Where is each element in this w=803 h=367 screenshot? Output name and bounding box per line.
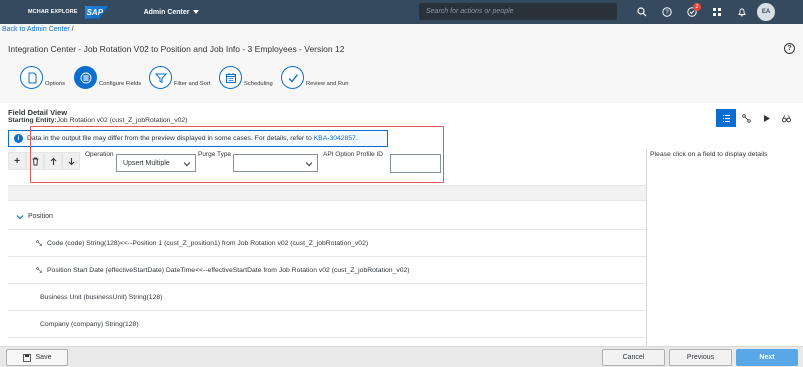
info-message-strip: i Data in the output file may differ fro…: [8, 130, 388, 147]
starting-entity: Starting Entity:Job Rotation v02 (cust_Z…: [8, 117, 187, 124]
grid-header: [8, 185, 646, 201]
mapped-link-icon: [36, 240, 42, 246]
table-row[interactable]: Code (code) String(128)<<--Position 1 (c…: [8, 231, 646, 257]
save-button[interactable]: Save: [6, 349, 68, 366]
field-text: Company (company) String(128): [40, 321, 139, 328]
details-pane: Please click on a field to display detai…: [646, 149, 803, 346]
grid-icon: [74, 66, 97, 89]
logo-text: SAP: [86, 7, 104, 17]
step-configure-fields[interactable]: Configure Fields: [74, 66, 141, 89]
next-button[interactable]: Next: [736, 349, 798, 366]
chevron-down-icon[interactable]: [16, 213, 24, 221]
avatar[interactable]: EA: [757, 3, 775, 21]
grid-menu-icon[interactable]: [709, 4, 725, 20]
step-review-and-run[interactable]: Review and Run: [281, 66, 349, 89]
purge-type-select[interactable]: [233, 154, 318, 172]
operation-value: Upsert Multiple: [123, 159, 170, 167]
shell-bar: MCHAR EXPLORE SAP Admin Center Search fo…: [0, 0, 803, 24]
notification-badge: 2: [693, 3, 701, 11]
field-text: Business Unit (businessUnit) String(128): [40, 294, 163, 301]
table-row[interactable]: Company (company) String(128): [8, 312, 646, 338]
save-icon: [22, 353, 31, 362]
play-icon[interactable]: [756, 109, 776, 127]
starting-entity-label: Starting Entity:: [8, 117, 57, 124]
calendar-icon: [219, 66, 242, 89]
page-help-icon[interactable]: ?: [784, 43, 795, 54]
search-input[interactable]: Search for actions or people: [419, 3, 617, 20]
table-row[interactable]: Position Start Date (effectiveStartDate)…: [8, 258, 646, 284]
operation-select[interactable]: Upsert Multiple: [116, 154, 196, 172]
step-label: Options: [45, 80, 65, 87]
step-scheduling[interactable]: Scheduling: [219, 66, 273, 89]
checkmark-icon: [281, 66, 304, 89]
admin-center-menu[interactable]: Admin Center: [144, 9, 199, 16]
step-label: Review and Run: [306, 80, 349, 87]
search-placeholder: Search for actions or people: [426, 8, 514, 15]
group-row-position[interactable]: Position: [8, 204, 646, 230]
group-label: Position: [28, 213, 53, 220]
back-to-admin-link[interactable]: Back to Admin Center: [2, 26, 70, 33]
info-message-text: Data in the output file may differ from …: [27, 135, 314, 142]
chevron-down-icon: [305, 162, 313, 167]
caret-down-icon: [192, 10, 199, 14]
mapped-link-icon: [36, 267, 42, 273]
info-message-end: .: [355, 135, 358, 142]
info-icon: i: [14, 134, 23, 143]
chevron-down-icon: [183, 162, 191, 167]
filter-icon: [149, 66, 172, 89]
step-filter-and-sort[interactable]: Filter and Sort: [149, 66, 210, 89]
breadcrumb: Back to Admin Center /: [2, 26, 74, 33]
details-hint: Please click on a field to display detai…: [650, 151, 768, 158]
cancel-button[interactable]: Cancel: [602, 349, 665, 366]
api-option-profile-label: API Option Profile ID: [323, 151, 383, 158]
document-icon: [20, 66, 43, 89]
field-toolbar: +: [8, 152, 80, 170]
binoculars-icon[interactable]: [776, 109, 796, 127]
view-mode-buttons: [716, 109, 796, 127]
step-label: Configure Fields: [99, 80, 142, 87]
operation-label: Operation: [85, 151, 114, 158]
step-label: Scheduling: [244, 80, 273, 87]
bell-icon[interactable]: [734, 4, 750, 20]
kba-link[interactable]: KBA-3042857: [314, 135, 356, 142]
breadcrumb-separator: /: [71, 26, 74, 33]
delete-icon[interactable]: [26, 152, 44, 170]
step-options[interactable]: Options: [20, 66, 65, 89]
field-detail-view-title: Field Detail View: [8, 108, 68, 117]
starting-entity-value: Job Rotation v02 (cust_Z_jobRotation_v02…: [56, 117, 188, 124]
admin-center-label: Admin Center: [143, 8, 190, 16]
brand-text: MCHAR EXPLORE: [28, 9, 78, 15]
move-up-icon[interactable]: [44, 152, 62, 170]
add-button[interactable]: +: [8, 152, 26, 170]
help-icon[interactable]: ?: [659, 4, 675, 20]
info-message: Data in the output file may differ from …: [27, 135, 358, 142]
table-row[interactable]: Business Unit (businessUnit) String(128): [8, 285, 646, 311]
wizard-steps: Options Configure Fields Filter and Sort…: [0, 58, 803, 102]
search-icon[interactable]: [634, 4, 650, 20]
purge-type-label: Purge Type: [198, 151, 232, 158]
content-panel: Field Detail View Starting Entity:Job Ro…: [0, 103, 803, 346]
move-down-icon[interactable]: [62, 152, 80, 170]
field-text: Position Start Date (effectiveStartDate)…: [47, 267, 410, 274]
sap-logo[interactable]: SAP: [84, 5, 109, 19]
step-label: Filter and Sort: [174, 80, 211, 87]
previous-button[interactable]: Previous: [669, 349, 732, 366]
list-view-icon[interactable]: [716, 109, 736, 127]
footer-bar: Save Cancel Previous Next: [0, 346, 803, 367]
api-option-profile-input[interactable]: [390, 154, 441, 173]
field-list-pane: + Operation Upsert Multiple Purge Type A…: [8, 149, 646, 346]
page-title: Integration Center - Job Rotation V02 to…: [8, 44, 345, 54]
field-text: Code (code) String(128)<<--Position 1 (c…: [47, 240, 369, 247]
mapping-view-icon[interactable]: [736, 109, 756, 127]
save-label: Save: [35, 354, 52, 361]
approvals-icon[interactable]: 2: [684, 3, 701, 20]
